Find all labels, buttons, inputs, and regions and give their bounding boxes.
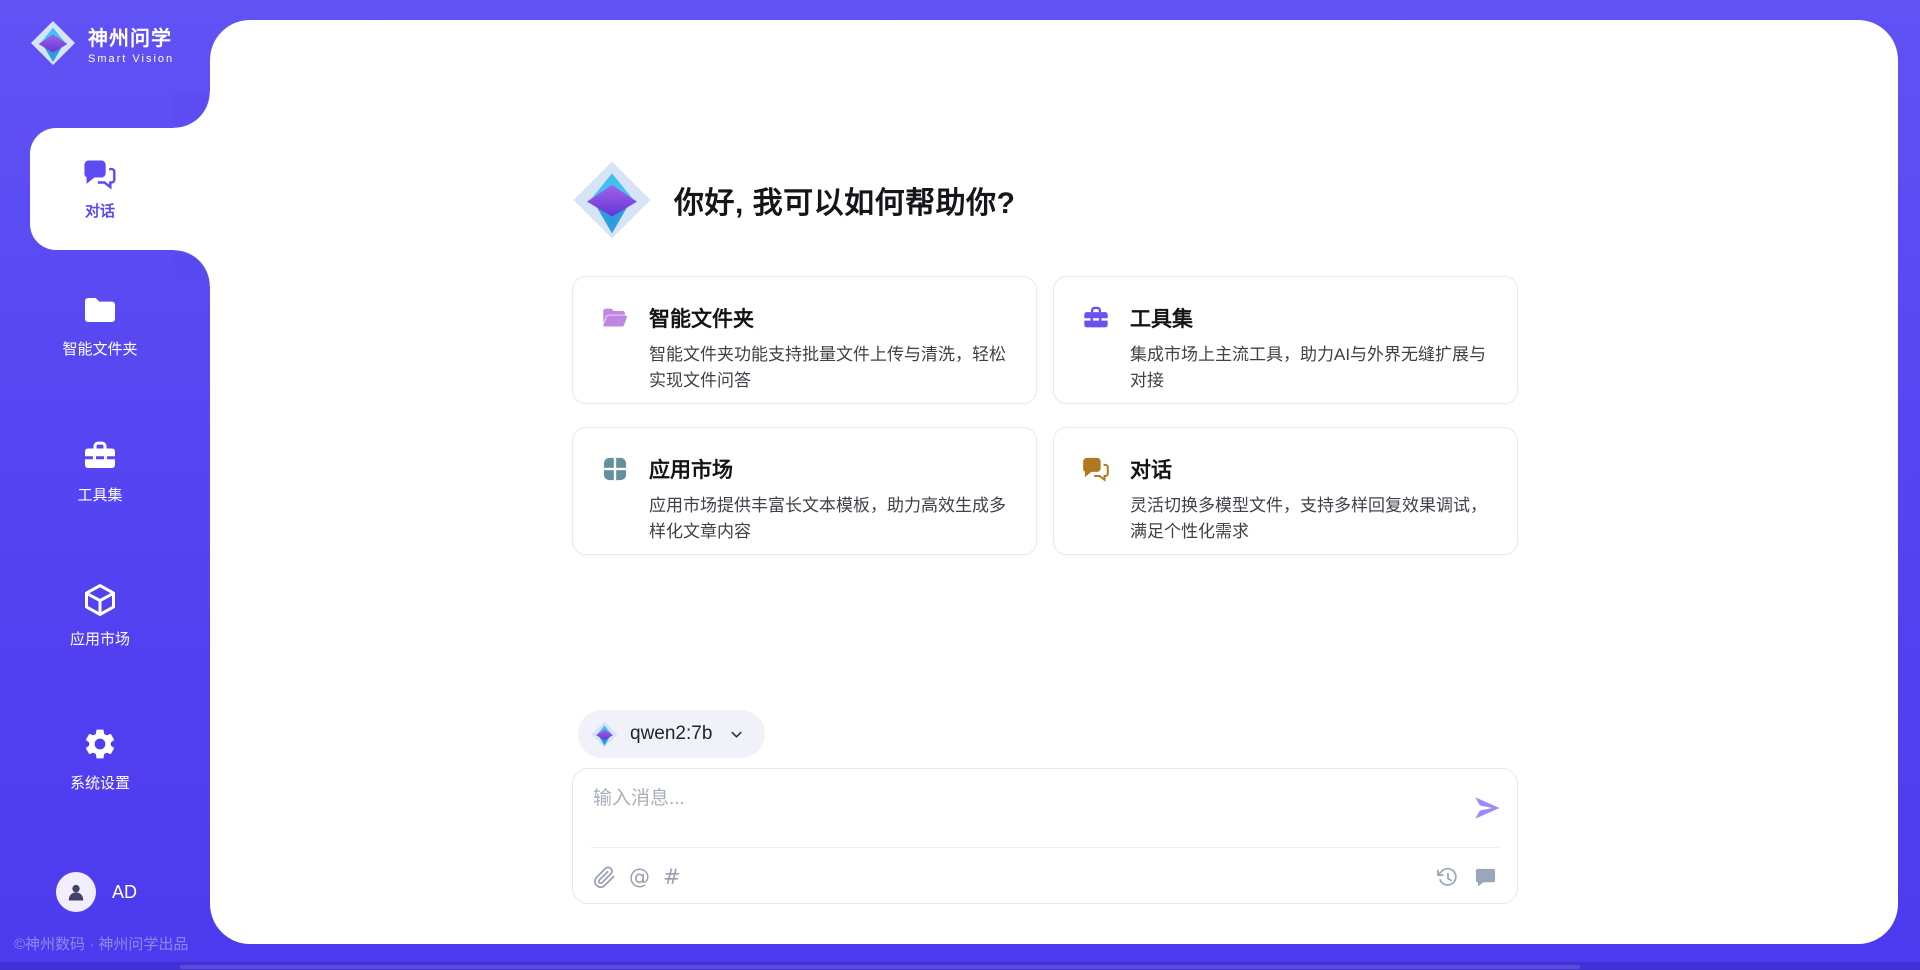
- toolbox-icon: [1082, 304, 1110, 332]
- toolbox-icon: [82, 438, 118, 474]
- message-composer: @ #: [572, 768, 1518, 904]
- chat-bubble-icon[interactable]: [1474, 866, 1497, 889]
- model-gem-icon: [591, 721, 618, 748]
- send-icon: [1471, 792, 1503, 824]
- sidebar-item-label: 智能文件夹: [62, 338, 137, 359]
- sidebar-item-label: 系统设置: [70, 772, 130, 793]
- user-profile[interactable]: AD: [56, 872, 137, 912]
- sidebar-item-label: 应用市场: [70, 628, 130, 649]
- person-icon: [64, 880, 88, 904]
- copyright-footer: ©神州数码 · 神州问学出品: [14, 933, 188, 954]
- card-smart-folder[interactable]: 智能文件夹 智能文件夹功能支持批量文件上传与清洗，轻松实现文件问答: [572, 276, 1037, 404]
- send-button[interactable]: [1471, 792, 1503, 824]
- user-name: AD: [112, 882, 137, 903]
- card-toolset[interactable]: 工具集 集成市场上主流工具，助力AI与外界无缝扩展与对接: [1053, 276, 1518, 404]
- brand-logo: 神州问学 Smart Vision: [30, 20, 174, 66]
- brand-gem-icon: [572, 160, 652, 240]
- feature-cards: 智能文件夹 智能文件夹功能支持批量文件上传与清洗，轻松实现文件问答 工具集 集成…: [572, 276, 1518, 555]
- cube-icon: [82, 582, 118, 618]
- brand-gem-icon: [30, 20, 76, 66]
- window-bottom-strip: [0, 962, 1920, 970]
- mention-at-icon[interactable]: @: [629, 867, 650, 888]
- horizontal-scrollbar[interactable]: [180, 965, 1580, 969]
- history-icon[interactable]: [1436, 866, 1459, 889]
- chat-icon: [83, 157, 117, 191]
- message-input[interactable]: [593, 783, 1443, 841]
- card-description: 应用市场提供丰富长文本模板，助力高效生成多样化文章内容: [649, 493, 1012, 544]
- card-title: 智能文件夹: [649, 303, 1012, 333]
- brand-name: 神州问学: [88, 22, 174, 51]
- chevron-down-icon: [728, 726, 745, 743]
- hashtag-icon[interactable]: #: [663, 867, 681, 888]
- card-description: 集成市场上主流工具，助力AI与外界无缝扩展与对接: [1130, 342, 1493, 393]
- card-chat[interactable]: 对话 灵活切换多模型文件，支持多样回复效果调试，满足个性化需求: [1053, 427, 1518, 555]
- gear-icon: [82, 726, 118, 762]
- attachment-paperclip-icon[interactable]: [593, 866, 616, 889]
- sidebar-item-label: 工具集: [77, 484, 122, 505]
- brand-subtitle: Smart Vision: [88, 53, 174, 65]
- composer-divider: [591, 847, 1499, 848]
- avatar: [56, 872, 96, 912]
- sidebar: 神州问学 Smart Vision 对话 智能文件夹 工具集 应用市场 系统设置…: [0, 0, 210, 970]
- card-description: 智能文件夹功能支持批量文件上传与清洗，轻松实现文件问答: [649, 342, 1012, 393]
- hero: 你好, 我可以如何帮助你?: [572, 160, 1016, 240]
- folder-open-icon: [601, 304, 629, 332]
- chat-icon: [1082, 455, 1110, 483]
- sidebar-item-toolset[interactable]: 工具集: [0, 438, 200, 505]
- card-app-market[interactable]: 应用市场 应用市场提供丰富长文本模板，助力高效生成多样化文章内容: [572, 427, 1037, 555]
- folder-icon: [82, 292, 118, 328]
- model-selector[interactable]: qwen2:7b: [578, 710, 765, 758]
- sidebar-item-settings[interactable]: 系统设置: [0, 726, 200, 793]
- main-content-panel: 你好, 我可以如何帮助你? 智能文件夹 智能文件夹功能支持批量文件上传与清洗，轻…: [210, 20, 1898, 944]
- model-name: qwen2:7b: [630, 723, 712, 745]
- sidebar-item-app-market[interactable]: 应用市场: [0, 582, 200, 649]
- card-title: 对话: [1130, 454, 1493, 484]
- sidebar-item-chat[interactable]: 对话: [30, 128, 210, 250]
- card-title: 应用市场: [649, 454, 1012, 484]
- card-title: 工具集: [1130, 303, 1493, 333]
- sidebar-item-label: 对话: [85, 200, 115, 221]
- grid-icon: [601, 455, 629, 483]
- card-description: 灵活切换多模型文件，支持多样回复效果调试，满足个性化需求: [1130, 493, 1493, 544]
- greeting-title: 你好, 我可以如何帮助你?: [674, 178, 1016, 222]
- composer-toolbar: @ #: [593, 857, 1497, 897]
- sidebar-item-smart-folder[interactable]: 智能文件夹: [0, 292, 200, 359]
